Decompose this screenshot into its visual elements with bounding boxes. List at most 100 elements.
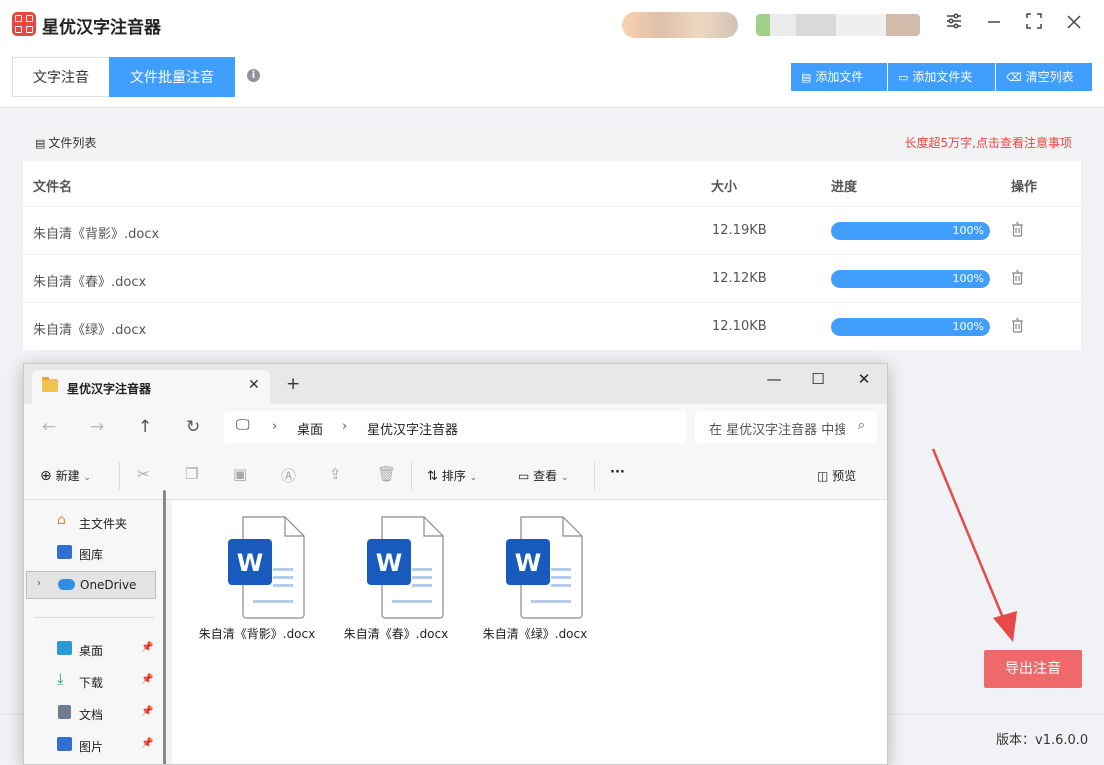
tab-text-annotation[interactable]: 文字注音: [12, 57, 109, 97]
sidebar-item-desktop[interactable]: 桌面 📌: [24, 635, 164, 663]
sidebar-item-downloads[interactable]: ⤓ 下载 📌: [24, 667, 164, 695]
sidebar-item-pictures[interactable]: 图片 📌: [24, 731, 164, 759]
download-icon: ⤓: [57, 670, 64, 688]
rename-icon[interactable]: Ⓐ: [281, 465, 296, 486]
table-header: 文件名 大小 进度 操作: [23, 161, 1081, 207]
breadcrumb-separator-icon: ›: [272, 419, 278, 434]
user-info-blurred[interactable]: [756, 14, 920, 36]
breadcrumb-desktop[interactable]: 桌面: [297, 419, 323, 438]
add-folder-button[interactable]: ▭ 添加文件夹: [888, 63, 995, 91]
explorer-close-icon[interactable]: ✕: [852, 370, 876, 388]
breadcrumb-separator-icon: ›: [342, 419, 348, 434]
computer-icon: 🖵: [236, 417, 250, 433]
file-list-panel: ▤ 文件列表 长度超5万字,点击查看注意事项 文件名 大小 进度 操作 朱自清《背…: [22, 122, 1082, 351]
pin-icon[interactable]: 📌: [141, 674, 153, 685]
version-label: 版本：v1.6.0.0: [996, 733, 1089, 748]
sidebar-item-label: 图片: [79, 740, 104, 754]
column-name: 文件名: [33, 180, 73, 195]
explorer-toolbar: ⊕ 新建 ⌄ ✂ ❐ ▣ Ⓐ ⇪ 🗑 ⇅ 排序 ⌄ ▭ 查看 ⌄ ··· ◫ 预…: [24, 452, 887, 500]
breadcrumb-folder[interactable]: 星优汉字注音器: [367, 419, 458, 438]
delete-icon[interactable]: [1011, 318, 1024, 334]
sidebar-item-onedrive[interactable]: › OneDrive: [26, 571, 156, 599]
back-icon[interactable]: ←: [42, 417, 56, 437]
explorer-tab[interactable]: 星优汉字注音器 ✕: [32, 370, 270, 404]
close-icon[interactable]: [1061, 12, 1087, 38]
sidebar-item-label: 文档: [79, 708, 104, 722]
file-size: 12.19KB: [712, 223, 767, 238]
sidebar-scrollbar[interactable]: [163, 490, 166, 764]
sidebar-item-documents[interactable]: 文档 📌: [24, 699, 164, 727]
progress-bar: 100%: [831, 318, 990, 336]
explorer-maximize-icon[interactable]: ☐: [806, 370, 830, 388]
file-name: 朱自清《绿》.docx: [33, 323, 147, 338]
file-item[interactable]: W 朱自清《绿》.docx: [472, 514, 598, 644]
export-annotation-button[interactable]: 导出注音: [984, 650, 1082, 688]
search-input[interactable]: 在 星优汉字注音器 中搜索 ⌕: [695, 411, 877, 443]
app-logo-icon: [12, 12, 36, 36]
column-action: 操作: [1011, 180, 1038, 195]
sidebar-item-label: 下载: [79, 676, 104, 690]
file-name: 朱自清《绿》.docx: [482, 627, 588, 641]
info-icon[interactable]: i: [247, 69, 260, 82]
sidebar-item-label: 桌面: [79, 644, 104, 658]
user-avatar-blurred[interactable]: [622, 12, 738, 38]
paste-icon[interactable]: ▣: [233, 465, 247, 483]
more-options-icon[interactable]: ···: [610, 465, 625, 480]
pin-icon[interactable]: 📌: [141, 738, 153, 749]
view-button[interactable]: ▭ 查看 ⌄: [518, 467, 569, 484]
word-document-icon: W: [228, 516, 305, 619]
progress-label: 100%: [952, 224, 984, 237]
maximize-icon[interactable]: [1021, 12, 1047, 38]
column-size: 大小: [711, 180, 738, 195]
explorer-tab-title: 星优汉字注音器: [67, 382, 152, 396]
cut-icon[interactable]: ✂: [137, 465, 150, 483]
new-label: 新建: [55, 469, 80, 483]
refresh-icon[interactable]: ↻: [186, 417, 200, 437]
new-tab-icon[interactable]: +: [286, 374, 300, 394]
settings-icon[interactable]: [941, 12, 967, 38]
file-item[interactable]: W 朱自清《春》.docx: [333, 514, 459, 644]
preview-pane-icon: ◫: [817, 469, 829, 483]
file-item[interactable]: W 朱自清《背影》.docx: [194, 514, 320, 644]
table-row[interactable]: 朱自清《绿》.docx 12.10KB 100%: [23, 303, 1081, 351]
pin-icon[interactable]: 📌: [141, 642, 153, 653]
sort-label: 排序: [441, 469, 466, 483]
sidebar-item-home[interactable]: ⌂ 主文件夹: [24, 508, 164, 536]
folder-icon: [42, 377, 58, 392]
up-icon[interactable]: ↑: [138, 417, 152, 437]
sidebar-item-label: OneDrive: [80, 578, 137, 592]
delete-icon[interactable]: 🗑: [377, 465, 396, 483]
toolbar-separator: [411, 462, 412, 490]
length-notice-link[interactable]: 长度超5万字,点击查看注意事项: [905, 134, 1072, 151]
pin-icon[interactable]: 📌: [141, 706, 153, 717]
close-tab-icon[interactable]: ✕: [248, 377, 260, 393]
breadcrumb[interactable]: 🖵 › 桌面 › 星优汉字注音器: [224, 411, 687, 443]
search-placeholder: 在 星优汉字注音器 中搜索: [709, 423, 845, 438]
explorer-minimize-icon[interactable]: —: [762, 370, 786, 388]
file-list-title-text: 文件列表: [48, 136, 97, 150]
table-row[interactable]: 朱自清《春》.docx 12.12KB 100%: [23, 255, 1081, 303]
column-progress: 进度: [831, 180, 858, 195]
trash-icon: ⌫: [1006, 71, 1022, 84]
add-file-button[interactable]: ▤ 添加文件: [791, 63, 887, 91]
sidebar-item-gallery[interactable]: 图库: [24, 539, 164, 567]
file-explorer-window: 星优汉字注音器 ✕ + — ☐ ✕ ← → ↑ ↻ 🖵 › 桌面 › 星优汉字注…: [23, 363, 888, 765]
preview-button[interactable]: ◫ 预览: [817, 467, 856, 484]
svg-text:W: W: [237, 549, 263, 577]
forward-icon[interactable]: →: [90, 417, 104, 437]
clear-list-button[interactable]: ⌫ 清空列表: [996, 63, 1092, 91]
delete-icon[interactable]: [1011, 222, 1024, 238]
tab-batch-annotation[interactable]: 文件批量注音: [109, 57, 235, 97]
minimize-icon[interactable]: [981, 12, 1007, 38]
delete-icon[interactable]: [1011, 270, 1024, 286]
table-row[interactable]: 朱自清《背影》.docx 12.19KB 100%: [23, 207, 1081, 255]
view-icon: ▭: [518, 469, 530, 483]
sidebar-item-label: 主文件夹: [79, 517, 128, 531]
explorer-file-area: W 朱自清《背影》.docx W 朱自清《春》.docx W 朱自清《绿》.do…: [172, 500, 887, 764]
sort-button[interactable]: ⇅ 排序 ⌄: [427, 467, 477, 484]
share-icon[interactable]: ⇪: [329, 465, 342, 483]
pictures-icon: [57, 737, 72, 751]
copy-icon[interactable]: ❐: [185, 465, 198, 483]
new-button[interactable]: ⊕ 新建 ⌄: [40, 467, 91, 484]
preview-label: 预览: [832, 469, 857, 483]
